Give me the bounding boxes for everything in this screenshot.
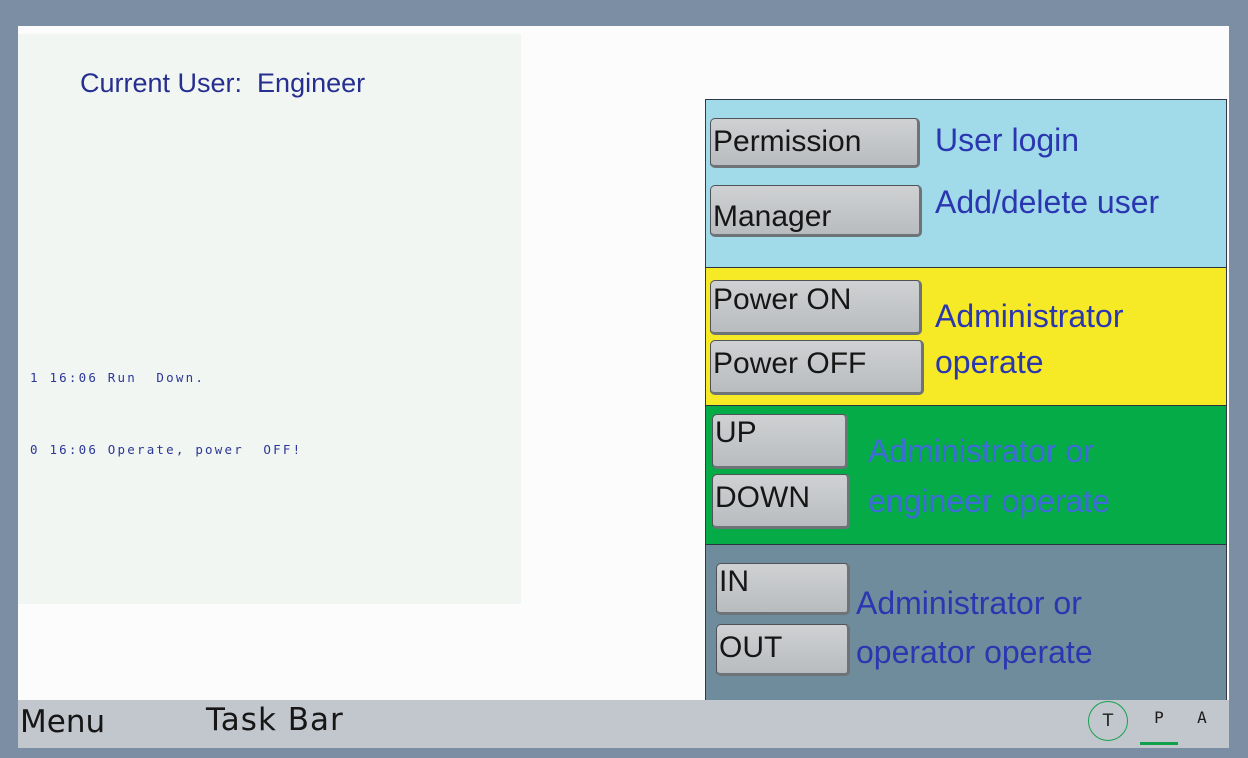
current-user-label: Current User: Engineer xyxy=(80,68,366,98)
power-on-button[interactable]: Power ON xyxy=(710,280,922,335)
log-entry: 0 16:06 Operate, power OFF! xyxy=(30,442,303,457)
up-button[interactable]: UP xyxy=(712,414,848,469)
out-button[interactable]: OUT xyxy=(716,624,850,676)
engineer-section: UP DOWN Administrator or engineer operat… xyxy=(706,406,1226,545)
user-management-section: Permission Manager User login Add/delete… xyxy=(706,100,1226,268)
manager-button[interactable]: Manager xyxy=(710,185,922,237)
administrator-section: Power ON Power OFF Administrator operate xyxy=(706,268,1226,406)
administrator-description: Administrator operate xyxy=(935,298,1124,380)
menu-button[interactable]: Menu xyxy=(20,704,105,740)
permission-panel: Permission Manager User login Add/delete… xyxy=(705,99,1227,704)
operator-description: Administrator or operator operate xyxy=(856,585,1093,670)
permission-button[interactable]: Permission xyxy=(710,118,920,168)
power-off-button[interactable]: Power OFF xyxy=(710,340,924,395)
active-mode-indicator xyxy=(1140,742,1178,745)
log-entry: 1 16:06 Run Down. xyxy=(30,370,206,385)
task-bar-label: Task Bar xyxy=(206,702,344,738)
in-button[interactable]: IN xyxy=(716,563,850,615)
mode-t-button[interactable]: T xyxy=(1088,701,1128,741)
add-delete-user-description: Add/delete user xyxy=(935,184,1160,220)
engineer-description: Administrator or engineer operate xyxy=(868,433,1110,519)
operator-section: IN OUT Administrator or operator operate xyxy=(706,545,1226,704)
down-button[interactable]: DOWN xyxy=(712,474,850,529)
taskbar: Menu Task Bar T P A xyxy=(18,700,1229,748)
event-log: 1 16:06 Run Down. 0 16:06 Operate, power… xyxy=(30,318,302,510)
mode-a-button[interactable]: A xyxy=(1190,708,1214,727)
mode-p-button[interactable]: P xyxy=(1142,708,1176,727)
user-login-description: User login xyxy=(935,122,1080,158)
hmi-screen: Current User: Engineer 1 16:06 Run Down.… xyxy=(18,26,1229,748)
